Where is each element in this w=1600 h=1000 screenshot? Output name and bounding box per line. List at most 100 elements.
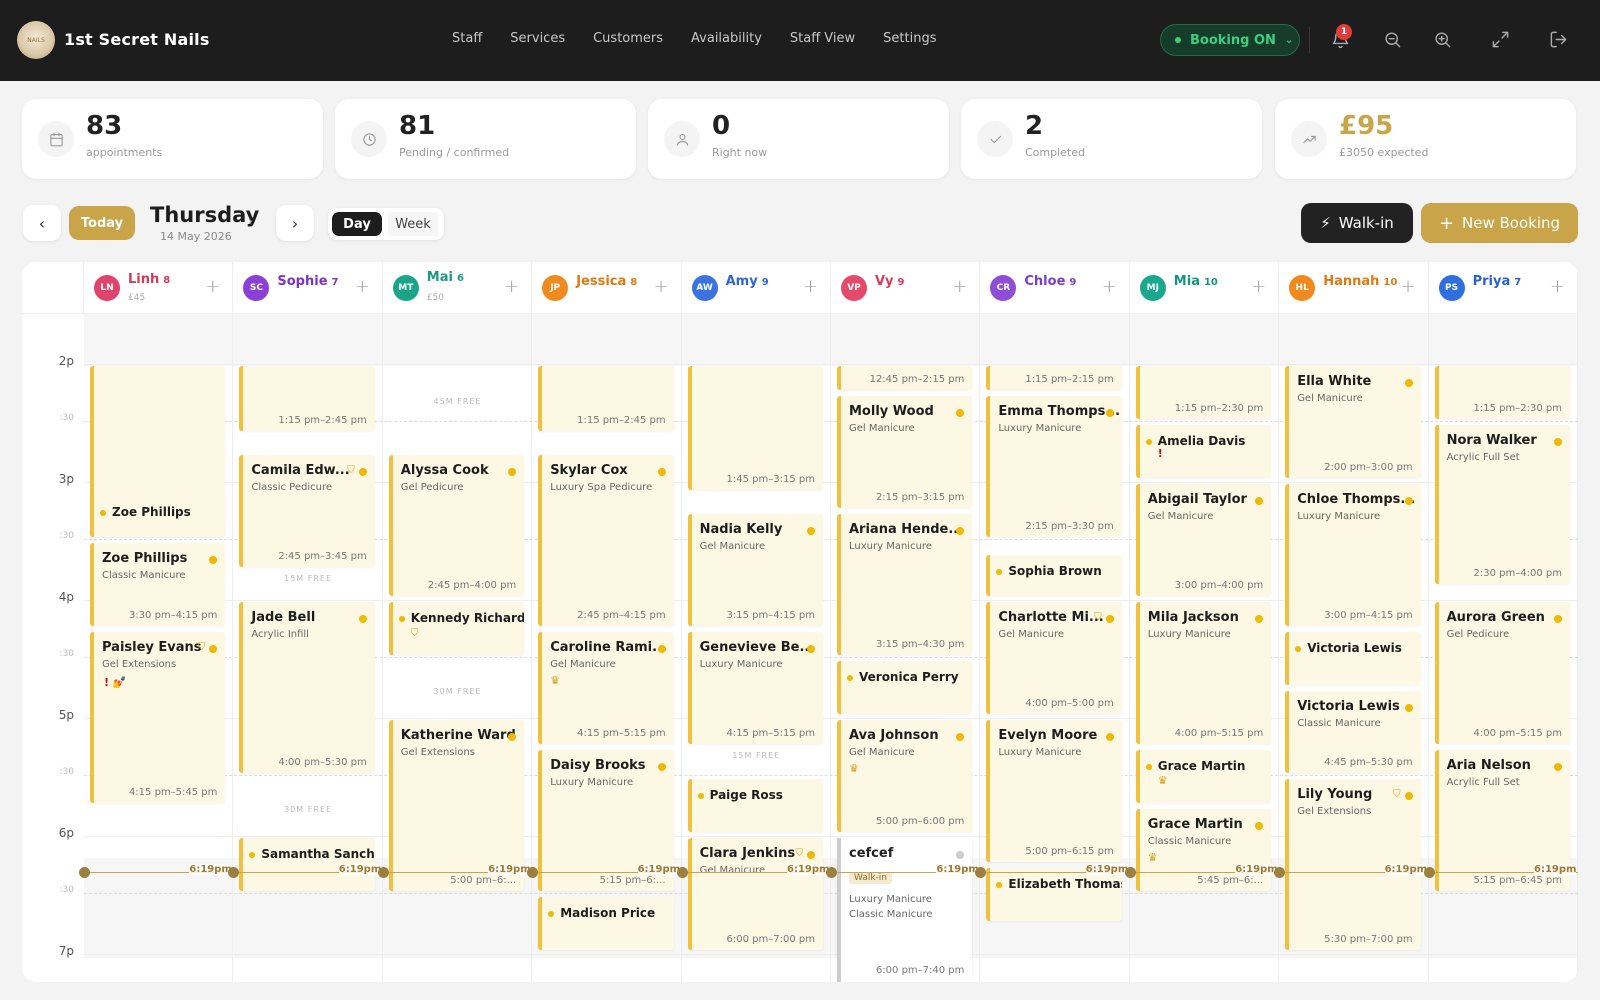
appointment-card[interactable]: Grace Martin ♛	[1135, 749, 1272, 803]
appointment-card[interactable]: Genevieve Be... Luxury Manicure 4:15 pm–5:…	[687, 631, 823, 744]
staff-name[interactable]: Hannah 10	[1323, 274, 1397, 289]
appointment-card[interactable]: 1:15 pm–2:45 pm	[538, 366, 674, 431]
appointment-card[interactable]: Aurora Green Gel Pedicure 4:00 pm–5:15 pm	[1434, 602, 1570, 744]
add-appointment-icon[interactable]: +	[1251, 276, 1266, 297]
today-button[interactable]: Today	[69, 206, 135, 240]
status-dot	[996, 568, 1003, 575]
appointment-card[interactable]: Mila Jackson Luxury Manicure 4:00 pm–5:15 …	[1135, 602, 1272, 744]
appointment-card[interactable]: Victoria Lewis	[1285, 631, 1421, 685]
nav-staff-view[interactable]: Staff View	[790, 31, 855, 46]
logout-icon[interactable]	[1547, 28, 1569, 50]
appointment-card[interactable]: Kennedy Richard... ⛉	[388, 602, 525, 655]
staff-name[interactable]: Linh 8	[128, 272, 170, 287]
appointment-card[interactable]: Zoe Phillips	[90, 495, 226, 537]
appointment-card[interactable]: 1:15 pm–2:45 pm	[239, 366, 375, 431]
view-day-tab[interactable]: Day	[332, 212, 382, 236]
staff-name[interactable]: Mai 6	[427, 270, 464, 285]
appointment-card[interactable]: Paisley Evans Gel Extensions 4:15 pm–5:45 …	[90, 631, 226, 803]
appointment-card[interactable]: Nora Walker Acrylic Full Set 2:30 pm–4:00 …	[1434, 425, 1570, 585]
staff-name[interactable]: Jessica 8	[576, 274, 637, 289]
appointment-card[interactable]: Jade Bell Acrylic Infill 4:00 pm–5:30 pm	[239, 602, 375, 773]
staff-avatar[interactable]: SC	[243, 275, 270, 301]
add-appointment-icon[interactable]: +	[1550, 276, 1565, 297]
appointment-card[interactable]: Ella White Gel Manicure 2:00 pm–3:00 pm	[1285, 366, 1421, 478]
staff-avatar[interactable]: CR	[990, 275, 1017, 301]
new-booking-button[interactable]: + New Booking	[1421, 203, 1578, 243]
appointment-card[interactable]: Caroline Rami... Gel Manicure 4:15 pm–5:15…	[538, 631, 674, 744]
appointment-card[interactable]: Paige Ross	[687, 779, 823, 832]
current-time-dot	[1274, 866, 1286, 878]
walk-in-block[interactable]: cefcef Walk-in Luxury Manicure Classic Mani…	[837, 838, 973, 982]
staff-name[interactable]: Mia 10	[1174, 274, 1218, 289]
current-day[interactable]: Thursday	[150, 203, 259, 227]
appointment-card[interactable]: Abigail Taylor Gel Manicure 3:00 pm–4:00 p…	[1135, 484, 1272, 596]
nav-settings[interactable]: Settings	[883, 31, 936, 46]
appointment-card[interactable]: Chloe Thomps... Luxury Manicure 3:00 pm–4:…	[1285, 484, 1421, 626]
nav-services[interactable]: Services	[510, 31, 565, 46]
appointment-card[interactable]: Emma Thomps... Luxury Manicure 2:15 pm–3:3…	[986, 395, 1122, 537]
staff-avatar[interactable]: AW	[691, 275, 718, 301]
staff-name[interactable]: Sophie 7	[277, 274, 338, 289]
appointment-card[interactable]: 1:45 pm–3:15 pm	[687, 366, 823, 490]
expand-icon[interactable]	[1489, 28, 1511, 50]
appointment-card[interactable]: Molly Wood Gel Manicure 2:15 pm–3:15 pm	[837, 395, 973, 508]
appointment-card[interactable]: Camila Edw... Classic Pedicure 2:45 pm–3:4…	[239, 454, 375, 567]
appointment-card[interactable]: 1:15 pm–2:30 pm	[1434, 366, 1570, 419]
brand-logo[interactable]: NAILS	[17, 21, 55, 59]
appointment-card[interactable]: Evelyn Moore Luxury Manicure 5:00 pm–6:15 …	[986, 720, 1122, 862]
staff-name[interactable]: Amy 9	[726, 274, 769, 289]
staff-appointment-count: 9	[897, 277, 905, 288]
staff-name[interactable]: Vy 9	[875, 274, 905, 289]
add-appointment-icon[interactable]: +	[653, 276, 668, 297]
appointment-card[interactable]: Skylar Cox Luxury Spa Pedicure 2:45 pm–4:1…	[538, 454, 674, 626]
nav-availability[interactable]: Availability	[691, 31, 762, 46]
add-appointment-icon[interactable]: +	[952, 276, 967, 297]
nav-customers[interactable]: Customers	[593, 31, 663, 46]
off-hours-shade	[831, 314, 980, 366]
appointment-card[interactable]: 1:15 pm–2:30 pm	[1135, 366, 1272, 419]
appointment-card[interactable]: Madison Price	[538, 897, 674, 950]
appointment-card[interactable]: Elizabeth Thomas	[986, 867, 1122, 921]
appointment-card[interactable]: Ariana Hende... Luxury Manicure 3:15 pm–4:…	[837, 513, 973, 655]
appointment-card[interactable]: 1:15 pm–2:15 pm	[986, 366, 1122, 390]
appointment-time: 1:15 pm–2:30 pm	[1473, 403, 1562, 414]
add-appointment-icon[interactable]: +	[205, 276, 220, 297]
staff-name[interactable]: Priya 7	[1473, 274, 1522, 289]
appointment-card[interactable]: Clara Jenkins Gel Manicure 6:00 pm–7:00 pm…	[687, 838, 823, 950]
nav-staff[interactable]: Staff	[452, 31, 482, 46]
next-day-button[interactable]: ›	[276, 205, 314, 241]
appointment-card[interactable]: Amelia Davis!	[1135, 425, 1272, 478]
view-week-tab[interactable]: Week	[388, 212, 438, 236]
staff-avatar[interactable]: VP	[841, 275, 867, 301]
stat-value: 81	[399, 111, 436, 141]
appointment-card[interactable]: Victoria Lewis Classic Manicure 4:45 pm–5:…	[1285, 690, 1421, 773]
add-appointment-icon[interactable]: +	[803, 276, 818, 297]
staff-avatar[interactable]: JP	[542, 275, 569, 301]
add-appointment-icon[interactable]: +	[504, 276, 519, 297]
appointment-card[interactable]: Alyssa Cook Gel Pedicure 2:45 pm–4:00 pm	[388, 454, 525, 596]
appointment-card[interactable]: Sophia Brown	[986, 554, 1122, 596]
zoom-out-icon[interactable]	[1381, 28, 1403, 50]
staff-avatar[interactable]: PS	[1438, 275, 1465, 301]
zoom-in-icon[interactable]	[1431, 28, 1453, 50]
appointment-card[interactable]: Zoe Phillips Classic Manicure 3:30 pm–4:15…	[90, 543, 226, 626]
booking-toggle[interactable]: Booking ON ⌄	[1160, 24, 1300, 56]
add-appointment-icon[interactable]: +	[1102, 276, 1117, 297]
staff-avatar[interactable]: MT	[392, 275, 419, 301]
appointment-card[interactable]: Charlotte Mi... Gel Manicure 4:00 pm–5:00 …	[986, 602, 1122, 714]
staff-name[interactable]: Chloe 9	[1024, 274, 1076, 289]
appointment-card[interactable]: 12:45 pm–2:15 pm	[837, 366, 973, 390]
staff-avatar[interactable]: LN	[94, 275, 120, 301]
add-appointment-icon[interactable]: +	[1400, 276, 1415, 297]
staff-avatar[interactable]: MJ	[1139, 275, 1166, 301]
add-appointment-icon[interactable]: +	[355, 276, 370, 297]
staff-avatar[interactable]: HL	[1289, 275, 1316, 301]
appointment-card[interactable]: Ava Johnson Gel Manicure 5:00 pm–6:00 pm ♛	[837, 720, 973, 832]
appointment-card[interactable]: Veronica Perry	[837, 661, 973, 714]
appointment-card[interactable]: Grace Martin Classic Manicure 5:45 pm–6:..…	[1135, 808, 1272, 891]
half-hour-label: :30	[59, 413, 74, 423]
walk-in-button[interactable]: ⚡ Walk-in	[1301, 203, 1413, 243]
appointment-card[interactable]: Nadia Kelly Gel Manicure 3:15 pm–4:15 pm	[687, 513, 823, 626]
prev-day-button[interactable]: ‹	[23, 205, 61, 241]
appointment-time: 1:45 pm–3:15 pm	[726, 473, 815, 485]
